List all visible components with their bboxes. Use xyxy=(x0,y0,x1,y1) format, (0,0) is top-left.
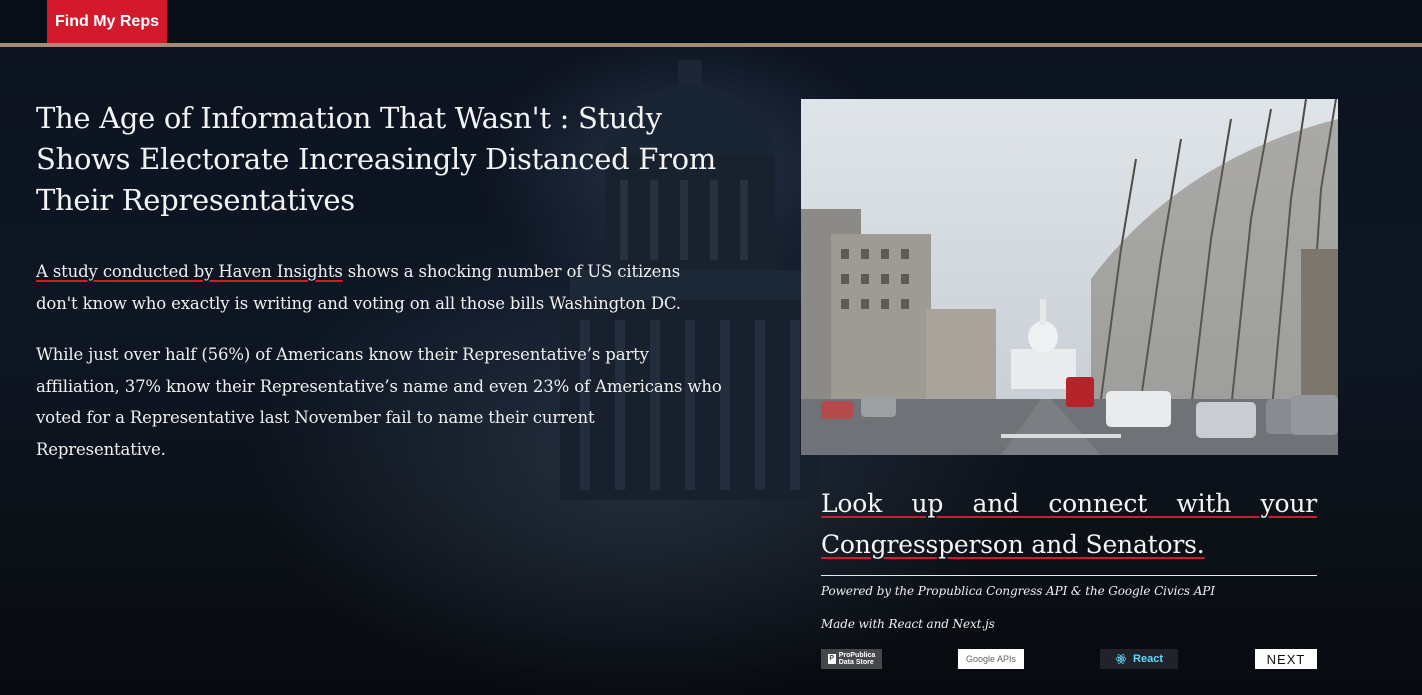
powered-by-note: Powered by the Propublica Congress API &… xyxy=(821,584,1215,598)
google-apis-label: Google APIs xyxy=(965,654,1017,664)
haven-insights-study-link[interactable]: A study conducted by Haven Insights xyxy=(36,262,343,281)
propublica-label: ProPublica xyxy=(838,652,876,659)
washington-street-photo xyxy=(801,99,1338,455)
find-my-reps-button[interactable]: Find My Reps xyxy=(47,0,167,43)
nav-divider xyxy=(0,43,1422,47)
react-logo[interactable]: React xyxy=(1100,649,1178,669)
propublica-label-2: Data Store xyxy=(838,659,874,666)
lookup-reps-link[interactable]: Look up and connect with your Congresspe… xyxy=(821,483,1317,565)
article-headline: The Age of Information That Wasn't : Stu… xyxy=(36,101,716,217)
react-label: React xyxy=(1133,653,1163,665)
article-paragraph-1: A study conducted by Haven Insights show… xyxy=(36,256,726,319)
top-nav-bar xyxy=(0,0,1422,43)
react-atom-icon xyxy=(1115,654,1127,664)
propublica-logo[interactable]: P ProPublica Data Store xyxy=(821,649,882,669)
google-apis-logo[interactable]: Google APIs xyxy=(958,649,1024,669)
propublica-mark: P xyxy=(827,654,836,664)
nextjs-logo[interactable]: NEXT xyxy=(1255,649,1317,669)
made-with-note: Made with React and Next.js xyxy=(821,617,995,631)
next-label: NEXT xyxy=(1266,651,1306,667)
credits-divider xyxy=(821,575,1317,576)
article-paragraph-2: While just over half (56%) of Americans … xyxy=(36,345,722,459)
